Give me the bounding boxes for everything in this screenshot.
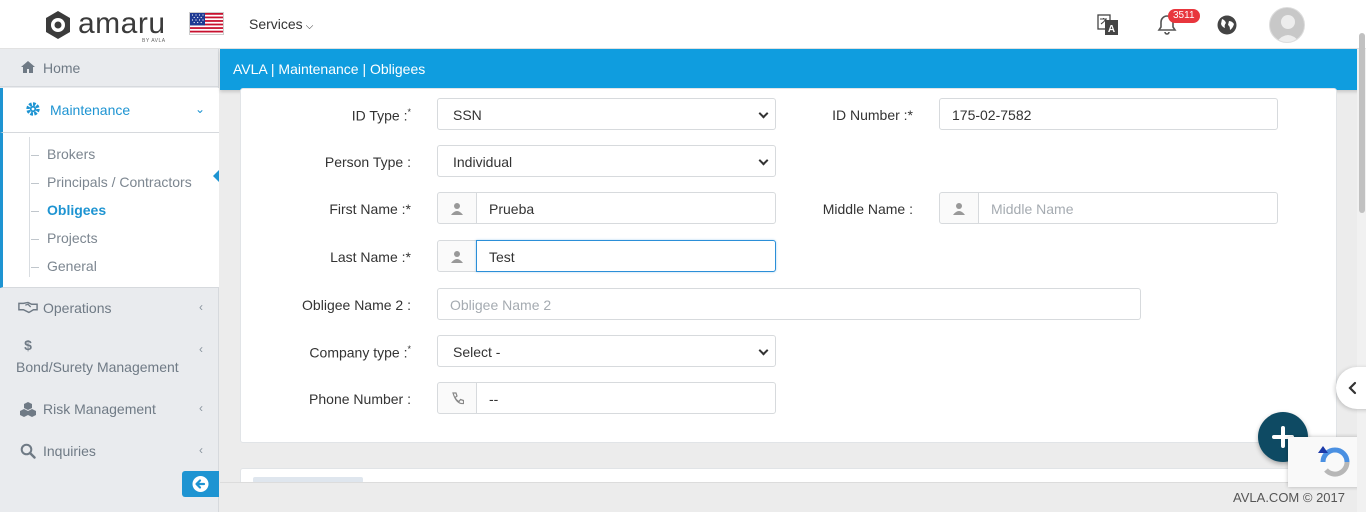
home-icon	[21, 61, 35, 73]
notification-badge: 3511	[1168, 9, 1200, 23]
chevron-down-icon	[758, 108, 769, 119]
sidebar-item-label: Bond/Surety Management	[16, 359, 179, 375]
sidebar-item-bond-surety[interactable]: $ Bond/Surety Management ‹	[0, 332, 219, 380]
company-type-select[interactable]: Select -	[437, 335, 776, 367]
recaptcha-icon	[1318, 446, 1350, 477]
submenu-dash	[31, 155, 39, 156]
dollar-icon: $	[24, 337, 32, 353]
side-panel-toggle[interactable]	[1336, 367, 1366, 409]
services-menu[interactable]: Services ⌵	[249, 16, 313, 32]
chevron-left-icon: ‹	[199, 300, 203, 314]
logo-text: amaru	[78, 7, 166, 40]
gear-icon	[26, 102, 40, 116]
id-type-label: ID Type :*	[351, 107, 411, 124]
breadcrumb: AVLA | Maintenance | Obligees	[220, 49, 1366, 90]
sidebar-item-general[interactable]: General	[47, 258, 97, 274]
sidebar-item-obligees[interactable]: Obligees	[47, 202, 106, 218]
us-flag-icon[interactable]	[189, 12, 224, 35]
eye-logo-icon	[46, 11, 70, 39]
submenu-dash	[31, 239, 39, 240]
obligee-form-card: ID Type :* SSN ID Number :* 175-02-7582 …	[240, 88, 1337, 443]
maintenance-submenu: Brokers Principals / Contractors Obligee…	[0, 132, 219, 288]
sidebar-item-principals-contractors[interactable]: Principals / Contractors	[47, 174, 192, 190]
id-number-input[interactable]: 175-02-7582	[939, 98, 1278, 130]
phone-number-label: Phone Number :	[309, 391, 411, 407]
breadcrumb-text: AVLA | Maintenance | Obligees	[233, 61, 426, 77]
sidebar-item-label: Maintenance	[50, 102, 131, 118]
app-logo[interactable]: amaru BY AVLA	[42, 7, 177, 44]
phone-icon-addon	[437, 382, 477, 414]
sidebar-item-maintenance[interactable]: Maintenance ⌄	[0, 88, 219, 132]
active-item-caret	[213, 170, 219, 182]
user-icon	[451, 203, 463, 215]
translate-icon[interactable]: A	[1096, 13, 1120, 37]
logo-subtext: BY AVLA	[142, 38, 166, 44]
middle-name-label: Middle Name :	[822, 201, 913, 217]
sidebar-item-home[interactable]: Home	[0, 49, 219, 87]
sidebar-item-label: Inquiries	[43, 443, 96, 459]
footer: AVLA.COM © 2017	[220, 482, 1357, 512]
user-icon-addon	[437, 240, 477, 272]
scrollbar-thumb[interactable]	[1359, 33, 1365, 213]
last-name-label: Last Name :*	[330, 249, 411, 265]
phone-number-input[interactable]: --	[476, 382, 776, 414]
submenu-dash	[31, 267, 39, 268]
chevron-left-icon	[1348, 381, 1357, 395]
arrow-left-circle-icon	[192, 476, 209, 492]
phone-icon	[452, 392, 464, 405]
recaptcha-badge[interactable]	[1288, 437, 1366, 487]
search-icon	[20, 443, 36, 459]
user-avatar-icon[interactable]	[1269, 7, 1305, 43]
company-type-label: Company type :*	[309, 344, 411, 361]
top-bar: amaru BY AVLA Services ⌵ A 3511	[0, 0, 1366, 49]
id-number-label: ID Number :*	[832, 107, 913, 123]
sidebar-item-projects[interactable]: Projects	[47, 230, 98, 246]
user-icon-addon	[437, 192, 477, 224]
cubes-icon	[20, 402, 36, 417]
sidebar-item-risk-management[interactable]: Risk Management ‹	[0, 397, 219, 429]
sidebar-item-label: Home	[43, 60, 81, 76]
chevron-down-icon	[758, 155, 769, 166]
chevron-left-icon: ‹	[199, 342, 203, 356]
last-name-input[interactable]: Test	[476, 240, 776, 272]
middle-name-input[interactable]: Middle Name	[978, 192, 1278, 224]
sidebar-item-operations[interactable]: Operations ‹	[0, 293, 219, 329]
user-icon	[451, 251, 463, 263]
submenu-guide-line	[29, 137, 30, 277]
sidebar: Home Maintenance ⌄ Brokers Principals / …	[0, 49, 219, 512]
sidebar-item-brokers[interactable]: Brokers	[47, 146, 95, 162]
chevron-down-icon: ⌄	[194, 102, 205, 116]
submenu-dash	[31, 211, 39, 212]
user-icon	[953, 203, 965, 215]
obligee-name-2-label: Obligee Name 2 :	[302, 297, 411, 313]
sidebar-item-inquiries[interactable]: Inquiries ‹	[0, 439, 219, 471]
chevron-down-icon: ⌵	[305, 21, 314, 32]
svg-text:A: A	[1108, 24, 1115, 35]
sidebar-item-label: Operations	[43, 300, 112, 316]
sidebar-item-label: Risk Management	[43, 401, 156, 417]
handshake-icon	[18, 301, 38, 314]
user-icon-addon	[939, 192, 979, 224]
submenu-dash	[31, 183, 39, 184]
globe-icon[interactable]	[1215, 13, 1239, 37]
collapse-sidebar-button[interactable]	[182, 471, 219, 497]
chevron-left-icon: ‹	[199, 443, 203, 457]
person-type-select[interactable]: Individual	[437, 145, 776, 177]
obligee-name-2-input[interactable]: Obligee Name 2	[437, 288, 1141, 320]
copyright-text: AVLA.COM © 2017	[1233, 490, 1345, 505]
chevron-left-icon: ‹	[199, 401, 203, 415]
services-label: Services	[249, 16, 303, 32]
person-type-label: Person Type :	[324, 154, 411, 170]
chevron-down-icon	[758, 345, 769, 356]
first-name-label: First Name :*	[329, 201, 411, 217]
id-type-select[interactable]: SSN	[437, 98, 776, 130]
first-name-input[interactable]: Prueba	[476, 192, 776, 224]
